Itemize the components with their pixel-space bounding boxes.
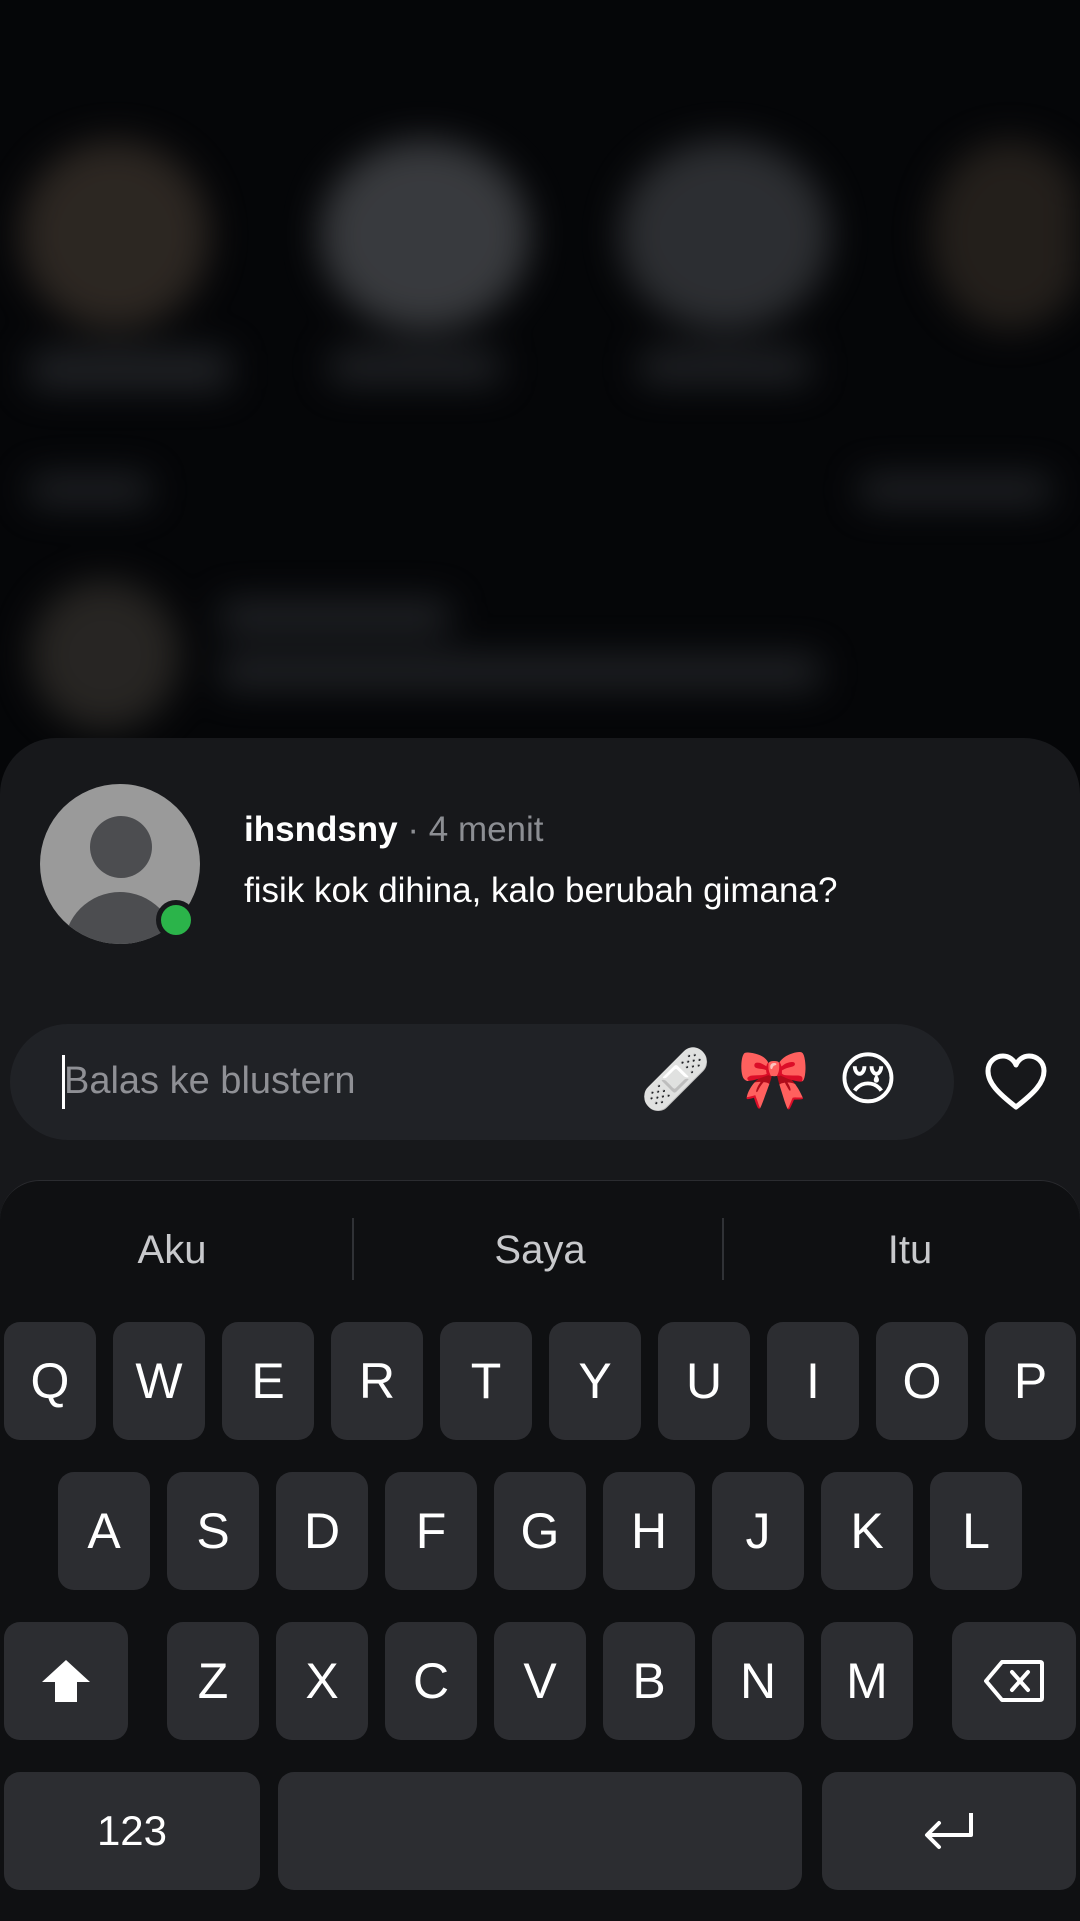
key-h[interactable]: H	[603, 1472, 695, 1590]
key-w[interactable]: W	[113, 1322, 205, 1440]
blurred-bar	[30, 350, 230, 390]
crying-face-icon[interactable]: 😢	[828, 1040, 908, 1120]
key-r[interactable]: R	[331, 1322, 423, 1440]
blurred-story-3	[620, 140, 830, 330]
key-j[interactable]: J	[712, 1472, 804, 1590]
ribbon-icon[interactable]: 🎀	[734, 1040, 814, 1120]
key-u[interactable]: U	[658, 1322, 750, 1440]
suggestion-divider	[352, 1218, 354, 1280]
key-n[interactable]: N	[712, 1622, 804, 1740]
key-y[interactable]: Y	[549, 1322, 641, 1440]
key-s[interactable]: S	[167, 1472, 259, 1590]
key-p[interactable]: P	[985, 1322, 1076, 1440]
key-d[interactable]: D	[276, 1472, 368, 1590]
blurred-bar	[220, 655, 820, 689]
key-x[interactable]: X	[276, 1622, 368, 1740]
message-time: 4 menit	[428, 810, 544, 849]
return-icon	[925, 1813, 973, 1849]
adhesive-bandage-icon[interactable]: 🩹	[636, 1040, 716, 1120]
key-c[interactable]: C	[385, 1622, 477, 1740]
sender-username[interactable]: ihsndsny	[244, 810, 398, 849]
shift-key[interactable]	[4, 1622, 128, 1740]
blurred-bar	[640, 350, 810, 384]
suggestion-3[interactable]: Itu	[760, 1222, 1060, 1278]
blurred-bar	[220, 600, 450, 634]
blurred-avatar	[30, 580, 180, 730]
key-v[interactable]: V	[494, 1622, 586, 1740]
shift-arrow-icon	[42, 1660, 90, 1702]
suggestion-2[interactable]: Saya	[390, 1222, 690, 1278]
reply-input[interactable]	[64, 1044, 624, 1118]
heart-icon[interactable]	[984, 1052, 1048, 1112]
key-g[interactable]: G	[494, 1472, 586, 1590]
key-l[interactable]: L	[930, 1472, 1022, 1590]
key-t[interactable]: T	[440, 1322, 532, 1440]
online-status-dot	[156, 900, 196, 940]
key-i[interactable]: I	[767, 1322, 859, 1440]
message-meta: ihsndsny · 4 menit	[244, 810, 544, 850]
key-z[interactable]: Z	[167, 1622, 259, 1740]
blurred-bar	[30, 475, 150, 505]
suggestion-1[interactable]: Aku	[22, 1222, 322, 1278]
key-e[interactable]: E	[222, 1322, 314, 1440]
blurred-story-1	[20, 140, 210, 330]
avatar-head-shape	[90, 816, 152, 878]
key-k[interactable]: K	[821, 1472, 913, 1590]
return-key[interactable]	[822, 1772, 1076, 1890]
suggestion-divider	[722, 1218, 724, 1280]
blurred-bar	[330, 350, 500, 384]
key-f[interactable]: F	[385, 1472, 477, 1590]
backspace-icon	[984, 1660, 1044, 1702]
numbers-key[interactable]: 123	[4, 1772, 260, 1890]
blurred-story-2	[320, 140, 530, 330]
meta-separator: ·	[397, 810, 429, 849]
blurred-background-app	[0, 0, 1080, 760]
key-b[interactable]: B	[603, 1622, 695, 1740]
key-o[interactable]: O	[876, 1322, 968, 1440]
key-a[interactable]: A	[58, 1472, 150, 1590]
backspace-key[interactable]	[952, 1622, 1076, 1740]
space-key[interactable]	[278, 1772, 802, 1890]
blurred-story-4	[930, 140, 1080, 330]
message-text: fisik kok dihina, kalo berubah gimana?	[244, 871, 838, 910]
blurred-bar	[860, 475, 1050, 505]
key-m[interactable]: M	[821, 1622, 913, 1740]
key-q[interactable]: Q	[4, 1322, 96, 1440]
